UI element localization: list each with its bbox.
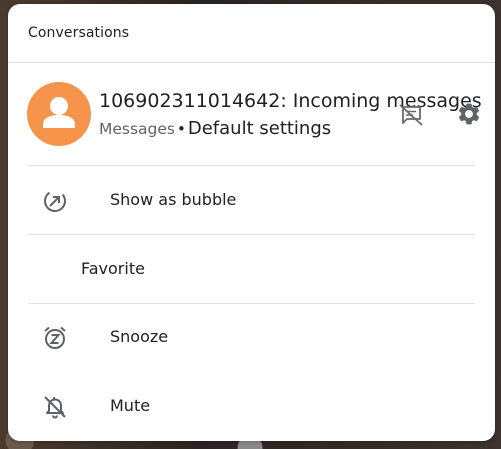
option-divider <box>28 234 475 235</box>
option-show-as-bubble[interactable]: Show as bubble <box>8 168 495 234</box>
panel-title: Conversations <box>28 25 130 41</box>
conversation-subtitle: Messages • Default settings <box>99 118 331 139</box>
conversation-settings-button[interactable] <box>455 100 483 128</box>
option-label: Favorite <box>81 259 145 278</box>
separator-dot: • <box>177 120 186 138</box>
bubble-disabled-button[interactable] <box>397 101 425 129</box>
conversations-panel: Conversations 106902311014642: Incoming … <box>8 4 495 441</box>
snooze-alarm-icon <box>44 326 66 349</box>
mute-bell-icon <box>44 396 66 419</box>
option-favorite[interactable]: Favorite <box>8 237 495 303</box>
avatar <box>27 82 91 146</box>
app-name: Messages <box>99 120 176 138</box>
show-bubble-icon <box>44 190 66 212</box>
person-icon <box>43 97 75 128</box>
header-divider <box>8 62 495 63</box>
bubble-disabled-icon <box>399 104 423 126</box>
option-mute[interactable]: Mute <box>8 374 495 440</box>
conversation-setting: Default settings <box>187 118 332 139</box>
gear-icon <box>458 103 480 125</box>
option-divider <box>28 303 475 304</box>
conversation-divider <box>28 165 475 166</box>
option-label: Snooze <box>110 327 169 346</box>
option-label: Show as bubble <box>110 190 237 209</box>
option-snooze[interactable]: Snooze <box>8 305 495 371</box>
option-label: Mute <box>110 396 151 415</box>
